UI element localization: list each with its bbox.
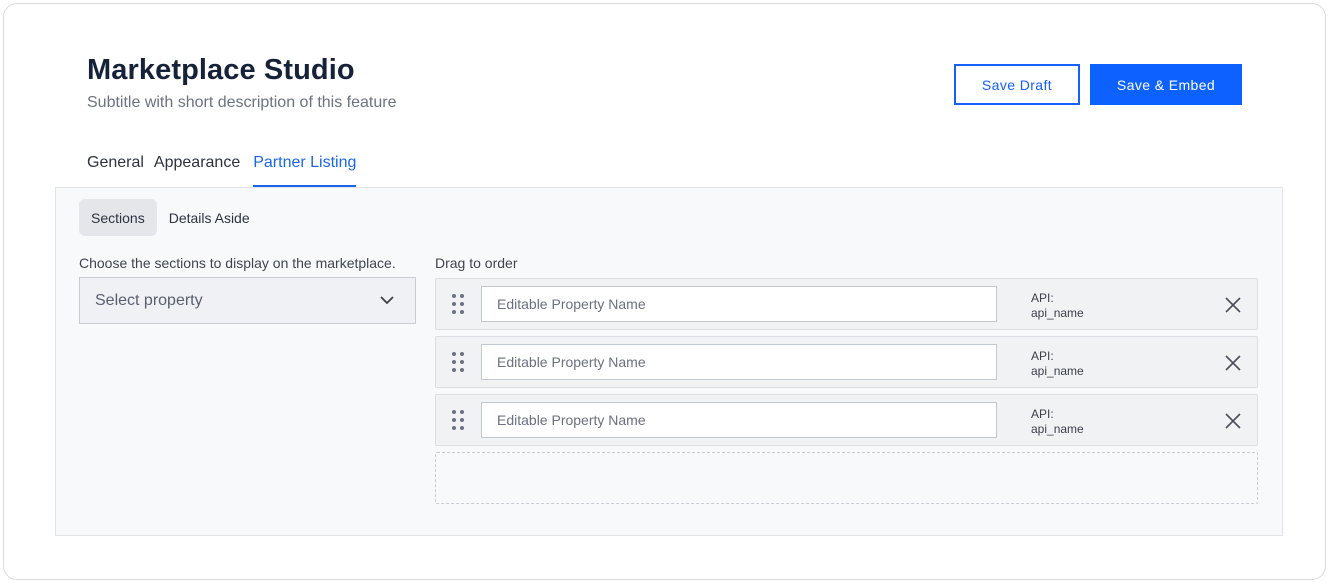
tab-partner-listing[interactable]: Partner Listing (253, 150, 357, 187)
page-title: Marketplace Studio (87, 54, 355, 86)
drag-handle-icon[interactable] (452, 410, 466, 432)
api-name: api_name (1031, 422, 1084, 436)
property-name-input[interactable] (481, 344, 997, 380)
sortable-row: API: api_name (435, 278, 1258, 330)
api-label: API: (1031, 407, 1054, 421)
api-info: API: api_name (1031, 291, 1084, 321)
api-name: api_name (1031, 364, 1084, 378)
api-name: api_name (1031, 306, 1084, 320)
drag-handle-icon[interactable] (452, 294, 466, 316)
tab-appearance[interactable]: Appearance (154, 150, 240, 187)
studio-card: Marketplace Studio Subtitle with short d… (3, 3, 1326, 580)
subtab-bar: Sections Details Aside (79, 199, 262, 236)
api-label: API: (1031, 291, 1054, 305)
close-icon[interactable] (1224, 412, 1242, 430)
page-subtitle: Subtitle with short description of this … (87, 94, 397, 111)
close-icon[interactable] (1224, 296, 1242, 314)
save-draft-button[interactable]: Save Draft (954, 64, 1080, 105)
tab-bar: General Appearance Partner Listing (87, 150, 366, 188)
property-select-value: Select property (95, 291, 203, 309)
property-name-input[interactable] (481, 286, 997, 322)
property-select[interactable]: Select property (79, 277, 416, 324)
partner-listing-panel: Sections Details Aside Choose the sectio… (55, 187, 1283, 536)
chevron-down-icon (380, 296, 394, 305)
api-label: API: (1031, 349, 1054, 363)
subtab-details-aside[interactable]: Details Aside (157, 199, 262, 236)
drag-to-order-label: Drag to order (435, 255, 518, 271)
api-info: API: api_name (1031, 349, 1084, 379)
save-embed-button[interactable]: Save & Embed (1090, 64, 1242, 105)
close-icon[interactable] (1224, 354, 1242, 372)
property-name-input[interactable] (481, 402, 997, 438)
drop-zone[interactable] (435, 452, 1258, 504)
tab-general[interactable]: General (87, 150, 144, 187)
sections-label: Choose the sections to display on the ma… (79, 255, 396, 271)
api-info: API: api_name (1031, 407, 1084, 437)
sortable-row: API: api_name (435, 336, 1258, 388)
drag-handle-icon[interactable] (452, 352, 466, 374)
subtab-sections[interactable]: Sections (79, 199, 157, 236)
sortable-row: API: api_name (435, 394, 1258, 446)
